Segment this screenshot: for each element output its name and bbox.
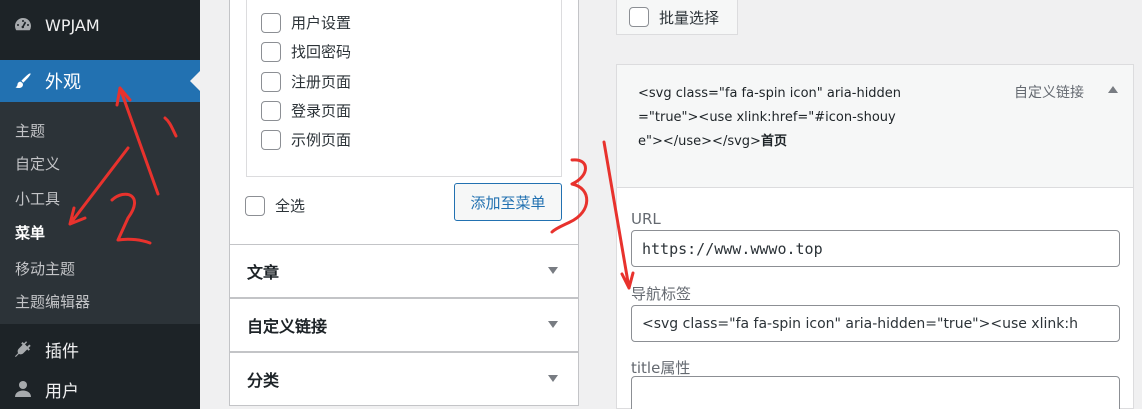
menu-item-type: 自定义链接 [1014, 85, 1084, 101]
caret-up-icon[interactable] [1108, 86, 1118, 93]
menu-users-label: 用户 [45, 381, 79, 402]
pages-metabox: 用户设置 找回密码 注册页面 登录页面 示例页面 全选 添加至菜单 [229, 0, 579, 245]
select-all-checkbox[interactable] [245, 195, 265, 216]
accordion-categories[interactable]: 分类 [229, 352, 579, 406]
menu-appearance[interactable]: 外观 [0, 60, 200, 102]
dashboard-icon [11, 13, 35, 37]
current-menu-arrow [190, 71, 200, 91]
plugin-icon [11, 337, 35, 361]
bulk-select-checkbox[interactable] [629, 7, 649, 27]
menu-appearance-label: 外观 [45, 72, 81, 93]
submenu-menus[interactable]: 菜单 [15, 222, 45, 243]
user-icon [11, 377, 35, 401]
url-label: URL [631, 210, 661, 228]
menu-plugins[interactable]: 插件 [0, 329, 200, 369]
menu-wpjam-label: WPJAM [45, 15, 100, 35]
submenu-customize[interactable]: 自定义 [15, 153, 60, 174]
navigation-label-input[interactable]: <svg class="fa fa-spin icon" aria-hidden… [631, 305, 1120, 342]
checkbox[interactable] [261, 100, 281, 121]
appearance-submenu: 主题 自定义 小工具 菜单 移动主题 主题编辑器 [0, 102, 200, 324]
select-all-label: 全选 [275, 197, 306, 215]
checkbox[interactable] [261, 12, 281, 33]
url-input[interactable]: https://www.wwwo.top [631, 230, 1120, 267]
checkbox[interactable] [261, 129, 281, 150]
caret-down-icon [548, 375, 558, 382]
add-to-menu-button[interactable]: 添加至菜单 [454, 183, 562, 221]
caret-down-icon [548, 267, 558, 274]
page-item-label: 用户设置 [291, 14, 352, 32]
admin-sidebar: WPJAM 外观 主题 自定义 小工具 菜单 移动主题 主题编辑器 插件 用户 [0, 0, 200, 409]
submenu-themes[interactable]: 主题 [15, 120, 45, 141]
checkbox[interactable] [261, 41, 281, 62]
accordion-posts[interactable]: 文章 [229, 244, 579, 298]
title-attribute-label: title属性 [631, 359, 691, 377]
page-item-user-settings[interactable]: 用户设置 [261, 12, 351, 33]
bulk-select-label: 批量选择 [659, 8, 720, 27]
page-item-login[interactable]: 登录页面 [261, 100, 351, 121]
page-item-register[interactable]: 注册页面 [261, 71, 351, 92]
checkbox[interactable] [261, 71, 281, 92]
page-item-label: 示例页面 [291, 131, 352, 149]
menu-users[interactable]: 用户 [0, 369, 200, 409]
menu-item-title: <svg class="fa fa-spin icon" aria-hidden… [638, 82, 903, 154]
select-all[interactable]: 全选 [245, 195, 305, 216]
menu-item-header[interactable]: <svg class="fa fa-spin icon" aria-hidden… [617, 65, 1133, 188]
accordion-custom-links-label: 自定义链接 [247, 317, 328, 336]
accordion-categories-label: 分类 [247, 371, 280, 390]
pages-checklist: 用户设置 找回密码 注册页面 登录页面 示例页面 [246, 0, 562, 177]
navigation-label-label: 导航标签 [631, 285, 692, 303]
title-attribute-input[interactable] [631, 376, 1120, 409]
accordion-posts-label: 文章 [247, 263, 280, 282]
page-item-label: 登录页面 [291, 102, 352, 120]
page-item-label: 注册页面 [291, 73, 352, 91]
brush-icon [11, 69, 35, 93]
accordion-custom-links[interactable]: 自定义链接 [229, 298, 579, 352]
page-item-label: 找回密码 [291, 43, 352, 61]
menu-plugins-label: 插件 [45, 341, 79, 362]
page-item-sample[interactable]: 示例页面 [261, 129, 351, 150]
menu-item-title-text: 首页 [760, 134, 787, 149]
bulk-select-button[interactable]: 批量选择 [616, 0, 738, 35]
menu-wpjam[interactable]: WPJAM [0, 5, 200, 45]
submenu-widgets[interactable]: 小工具 [15, 188, 60, 209]
submenu-mobile-theme[interactable]: 移动主题 [15, 258, 75, 279]
menu-item-card: <svg class="fa fa-spin icon" aria-hidden… [616, 64, 1134, 409]
submenu-theme-editor[interactable]: 主题编辑器 [15, 291, 90, 312]
page-item-retrieve-password[interactable]: 找回密码 [261, 41, 351, 62]
caret-down-icon [548, 321, 558, 328]
